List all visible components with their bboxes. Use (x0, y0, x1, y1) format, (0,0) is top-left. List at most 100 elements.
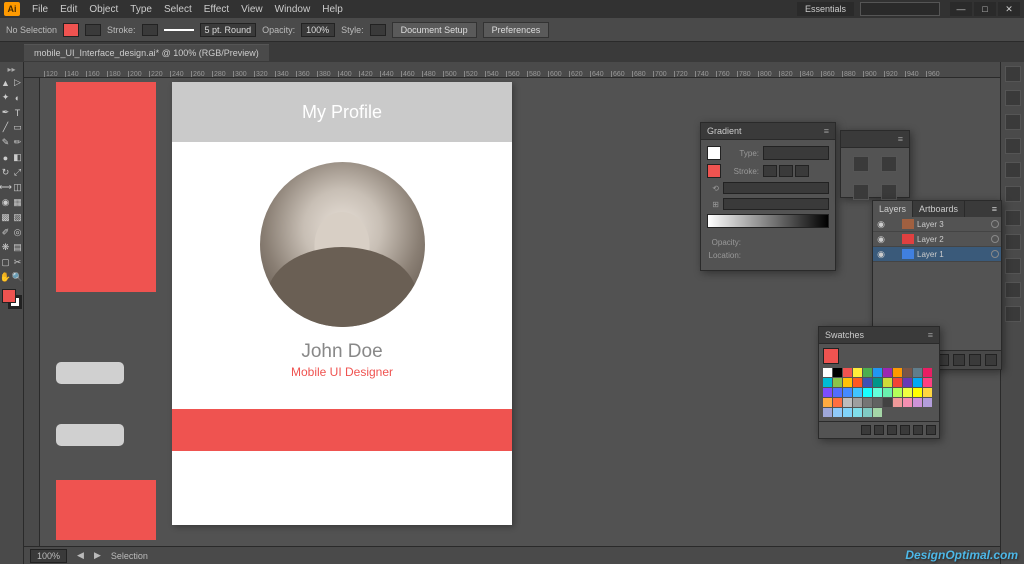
selection-tool[interactable]: ▲ (0, 75, 12, 90)
new-layer-button[interactable] (969, 354, 981, 366)
layer-row[interactable]: ◉Layer 1 (873, 247, 1001, 262)
nav-next-icon[interactable]: ▶ (94, 550, 101, 561)
layers-tab[interactable]: Layers (873, 201, 913, 217)
artboard-main[interactable]: My Profile John Doe Mobile UI Designer (172, 82, 512, 525)
swatch[interactable] (853, 408, 862, 417)
swatch[interactable] (903, 368, 912, 377)
close-button[interactable]: ✕ (998, 2, 1020, 16)
gradient-panel[interactable]: Gradient≡ Type: Stroke: ⟲ ⊞ Opacity: Loc… (700, 122, 836, 271)
swatch[interactable] (823, 408, 832, 417)
swatch[interactable] (893, 388, 902, 397)
gradient-tool[interactable]: ▨ (12, 210, 24, 225)
design-red-block[interactable] (56, 82, 156, 292)
swatch[interactable] (923, 368, 932, 377)
stroke-width-dropdown[interactable] (142, 24, 158, 36)
stroke-apply-along-button[interactable] (779, 165, 793, 177)
pencil-tool[interactable]: ✏ (12, 135, 24, 150)
symbol-sprayer-tool[interactable]: ❋ (0, 240, 12, 255)
gradient-angle-slider[interactable] (723, 182, 829, 194)
swatch[interactable] (893, 368, 902, 377)
maximize-button[interactable]: □ (974, 2, 996, 16)
type-tool[interactable]: T (12, 105, 24, 120)
slice-tool[interactable]: ✂ (12, 255, 24, 270)
stroke-apply-across-button[interactable] (795, 165, 809, 177)
swatch-options-button[interactable] (887, 425, 897, 435)
fill-stroke-swatches[interactable] (2, 289, 22, 309)
new-color-group-button[interactable] (900, 425, 910, 435)
swatch[interactable] (853, 398, 862, 407)
align-panel[interactable]: ≡ (840, 130, 910, 198)
menu-edit[interactable]: Edit (54, 4, 83, 15)
swatch[interactable] (853, 388, 862, 397)
swatches-panel[interactable]: Swatches≡ (818, 326, 940, 439)
swatch[interactable] (883, 378, 892, 387)
swatch[interactable] (873, 398, 882, 407)
artboards-tab[interactable]: Artboards (913, 201, 965, 217)
swatch-kind-button[interactable] (874, 425, 884, 435)
blend-tool[interactable]: ◎ (12, 225, 24, 240)
gradient-preview-swatch[interactable] (707, 146, 721, 160)
swatch[interactable] (823, 388, 832, 397)
swatch[interactable] (833, 398, 842, 407)
gradient-aspect-slider[interactable] (723, 198, 829, 210)
swatch[interactable] (853, 368, 862, 377)
swatch[interactable] (883, 398, 892, 407)
graph-tool[interactable]: ▤ (12, 240, 24, 255)
target-icon[interactable] (991, 220, 999, 228)
style-dropdown[interactable] (370, 24, 386, 36)
swatch[interactable] (843, 398, 852, 407)
panel-menu-icon[interactable]: ≡ (824, 126, 829, 136)
swatch[interactable] (843, 388, 852, 397)
swatch[interactable] (853, 378, 862, 387)
swatch[interactable] (843, 408, 852, 417)
gradient-fill-swatch[interactable] (707, 164, 721, 178)
swatch[interactable] (843, 378, 852, 387)
design-pill-2[interactable] (56, 424, 124, 446)
artboard-tool[interactable]: ▢ (0, 255, 12, 270)
swatch[interactable] (883, 368, 892, 377)
rectangle-tool[interactable]: ▭ (12, 120, 24, 135)
layer-row[interactable]: ◉Layer 2 (873, 232, 1001, 247)
eyedropper-tool[interactable]: ✐ (0, 225, 12, 240)
swatch[interactable] (913, 398, 922, 407)
swatch[interactable] (833, 388, 842, 397)
target-icon[interactable] (991, 235, 999, 243)
menu-object[interactable]: Object (83, 4, 124, 15)
swatch[interactable] (863, 388, 872, 397)
target-icon[interactable] (991, 250, 999, 258)
eraser-tool[interactable]: ◧ (12, 150, 24, 165)
swatch[interactable] (843, 368, 852, 377)
swatch[interactable] (823, 368, 832, 377)
search-input[interactable] (860, 2, 940, 16)
magic-wand-tool[interactable]: ✦ (0, 90, 12, 105)
swatch[interactable] (873, 388, 882, 397)
panel-menu-icon[interactable]: ≡ (898, 134, 903, 144)
layer-row[interactable]: ◉Layer 3 (873, 217, 1001, 232)
swatch[interactable] (913, 388, 922, 397)
rotate-tool[interactable]: ↻ (0, 165, 12, 180)
nav-prev-icon[interactable]: ◀ (77, 550, 84, 561)
swatch[interactable] (903, 388, 912, 397)
preferences-button[interactable]: Preferences (483, 22, 550, 38)
fill-dropdown[interactable] (85, 24, 101, 36)
blob-brush-tool[interactable]: ● (0, 150, 12, 165)
stroke-apply-within-button[interactable] (763, 165, 777, 177)
new-swatch-button[interactable] (913, 425, 923, 435)
swatch[interactable] (863, 408, 872, 417)
swatch[interactable] (913, 368, 922, 377)
shape-builder-tool[interactable]: ◉ (0, 195, 12, 210)
brushes-panel-icon[interactable] (1005, 138, 1021, 154)
zoom-level[interactable]: 100% (30, 549, 67, 563)
swatches-current-fill[interactable] (823, 348, 839, 364)
design-red-block-2[interactable] (56, 480, 156, 540)
mesh-tool[interactable]: ▩ (0, 210, 12, 225)
appearance-panel-icon[interactable] (1005, 258, 1021, 274)
perspective-tool[interactable]: ▦ (12, 195, 24, 210)
fill-swatch[interactable] (63, 23, 79, 37)
menu-help[interactable]: Help (316, 4, 349, 15)
delete-layer-button[interactable] (985, 354, 997, 366)
graphic-styles-panel-icon[interactable] (1005, 282, 1021, 298)
swatch[interactable] (863, 378, 872, 387)
toolbox-collapse-icon[interactable]: ▸▸ (6, 64, 16, 75)
swatch[interactable] (893, 378, 902, 387)
